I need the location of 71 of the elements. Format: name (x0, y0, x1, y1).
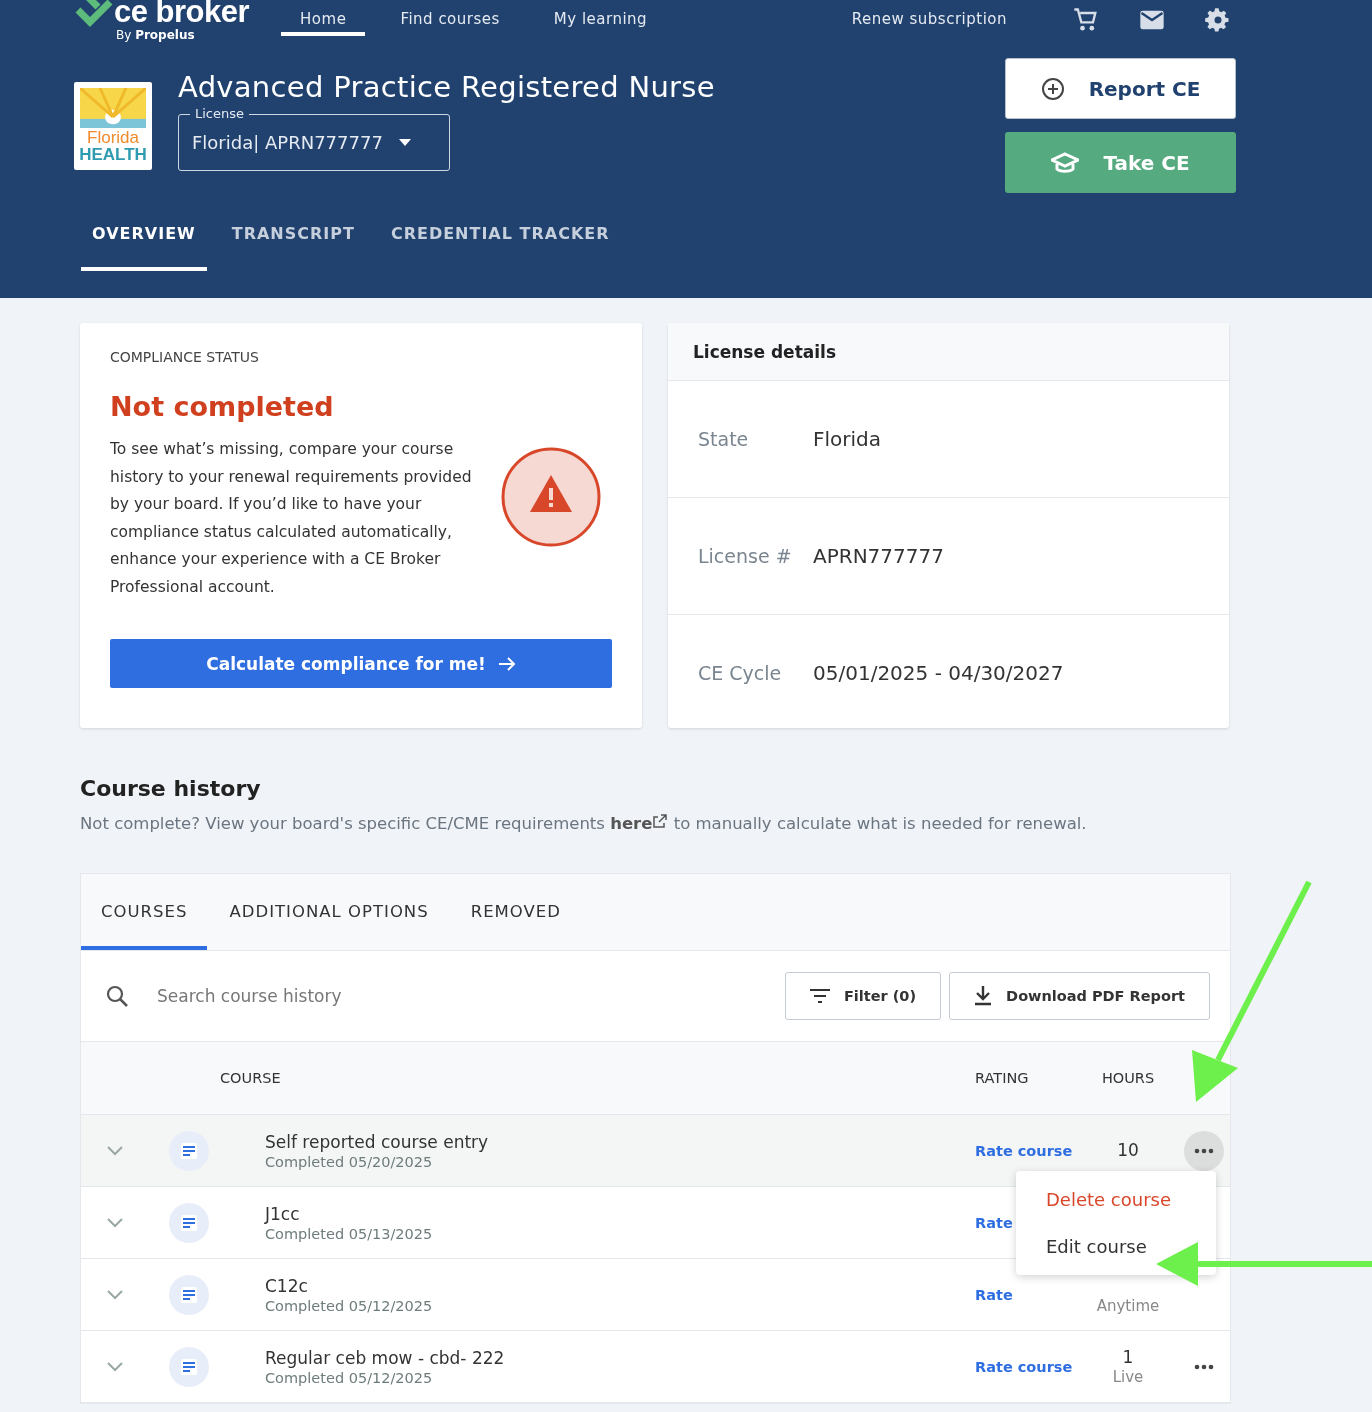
rate-course-link[interactable]: Rate course (975, 1359, 1073, 1375)
more-icon (1194, 1147, 1214, 1154)
filter-button[interactable]: Filter (0) (784, 972, 942, 1020)
completion-date: Completed 05/12/2025 (265, 1297, 434, 1314)
compliance-text: To see what’s missing, compare your course history to your renewal requirements provided by your board. If you’d like to have your compliance status calculated automatically, enhance your experience with a CE Broker Professional account. (110, 439, 473, 598)
brand-byline: By Propelus (116, 29, 196, 41)
warning-icon (500, 446, 602, 548)
more-button[interactable] (1184, 1130, 1224, 1171)
column-header: HOURS (1100, 1070, 1156, 1086)
section-title: Course history (80, 776, 262, 801)
report-ce-button[interactable]: Report CE (1005, 58, 1236, 119)
nav-link[interactable]: Find courses (381, 0, 519, 36)
document-icon (169, 1130, 209, 1171)
hours-value: 10 (1117, 1140, 1139, 1161)
download-button[interactable]: Download PDF Report (949, 972, 1210, 1020)
filter-icon (809, 989, 830, 1003)
document-icon (169, 1274, 209, 1315)
license-select[interactable]: License Florida| APRN777777 (178, 105, 450, 171)
brand-name: ce broker (114, 0, 250, 27)
card-heading: COMPLIANCE STATUS (110, 349, 260, 365)
tab[interactable]: OVERVIEW (81, 194, 207, 271)
hours-type: Anytime (1096, 1296, 1160, 1315)
tab[interactable]: ADDITIONAL OPTIONS (209, 874, 449, 950)
card-heading: License details (668, 323, 1229, 381)
rate-course-link[interactable]: Rate (975, 1287, 1013, 1303)
external-link-icon (652, 813, 669, 829)
document-icon (169, 1202, 209, 1243)
requirements-link[interactable]: here (610, 814, 669, 833)
logo-icon (74, 0, 114, 28)
course-title: Regular ceb mow - cbd- 222 (265, 1347, 506, 1368)
search-icon (105, 984, 129, 1008)
course-title: Self reported course entry (265, 1131, 490, 1152)
completion-date: Completed 05/20/2025 (265, 1153, 434, 1170)
document-icon (169, 1346, 209, 1387)
course-title: C12c (265, 1275, 309, 1296)
hours-type: Live (1112, 1367, 1144, 1386)
detail-label: State (698, 428, 750, 450)
detail-value: Florida (813, 427, 882, 451)
column-header: COURSE (220, 1070, 282, 1086)
tab[interactable]: REMOVED (450, 874, 581, 950)
nav-link[interactable]: My learning (534, 0, 667, 36)
compliance-status: Not completed (110, 391, 335, 422)
arrow-right-icon (497, 655, 516, 672)
tab[interactable]: COURSES (81, 874, 208, 950)
course-title: J1cc (265, 1203, 301, 1224)
board-logo: Florida HEALTH (74, 82, 152, 170)
download-icon (974, 986, 993, 1006)
requirements-note: Not complete? View your board's specific CE/CME requirements here to manually calculate what is needed for renewal. (80, 813, 1088, 833)
detail-value: APRN777777 (813, 544, 944, 568)
rate-course-link[interactable]: Rate (975, 1215, 1013, 1231)
detail-label: CE Cycle (698, 662, 783, 684)
completion-date: Completed 05/12/2025 (265, 1369, 434, 1386)
completion-date: Completed 05/13/2025 (265, 1225, 434, 1242)
rate-course-link[interactable]: Rate course (975, 1143, 1073, 1159)
more-icon (1194, 1363, 1214, 1370)
hours-value: 1 (1122, 1347, 1134, 1368)
detail-label: License # (698, 545, 793, 567)
add-circle-icon (1040, 76, 1065, 101)
table-row[interactable]: Regular ceb mow - cbd- 222 Completed 05/12/2025 Rate course 1 Live (81, 1331, 1230, 1403)
nav-link[interactable]: Home (281, 0, 366, 36)
tab[interactable]: CREDENTIAL TRACKER (379, 194, 621, 271)
renew-link[interactable]: Renew subscription (832, 0, 1026, 36)
graduation-cap-icon (1051, 151, 1080, 174)
page-title: Advanced Practice Registered Nurse (178, 70, 715, 104)
settings-icon[interactable] (1204, 6, 1232, 34)
cart-icon[interactable] (1072, 6, 1100, 34)
detail-value: 05/01/2025 - 04/30/2027 (813, 661, 1064, 685)
tab[interactable]: TRANSCRIPT (220, 194, 366, 271)
column-header: RATING (975, 1070, 1030, 1086)
calculate-button[interactable]: Calculate compliance for me! (110, 639, 612, 688)
caret-icon (398, 139, 411, 146)
